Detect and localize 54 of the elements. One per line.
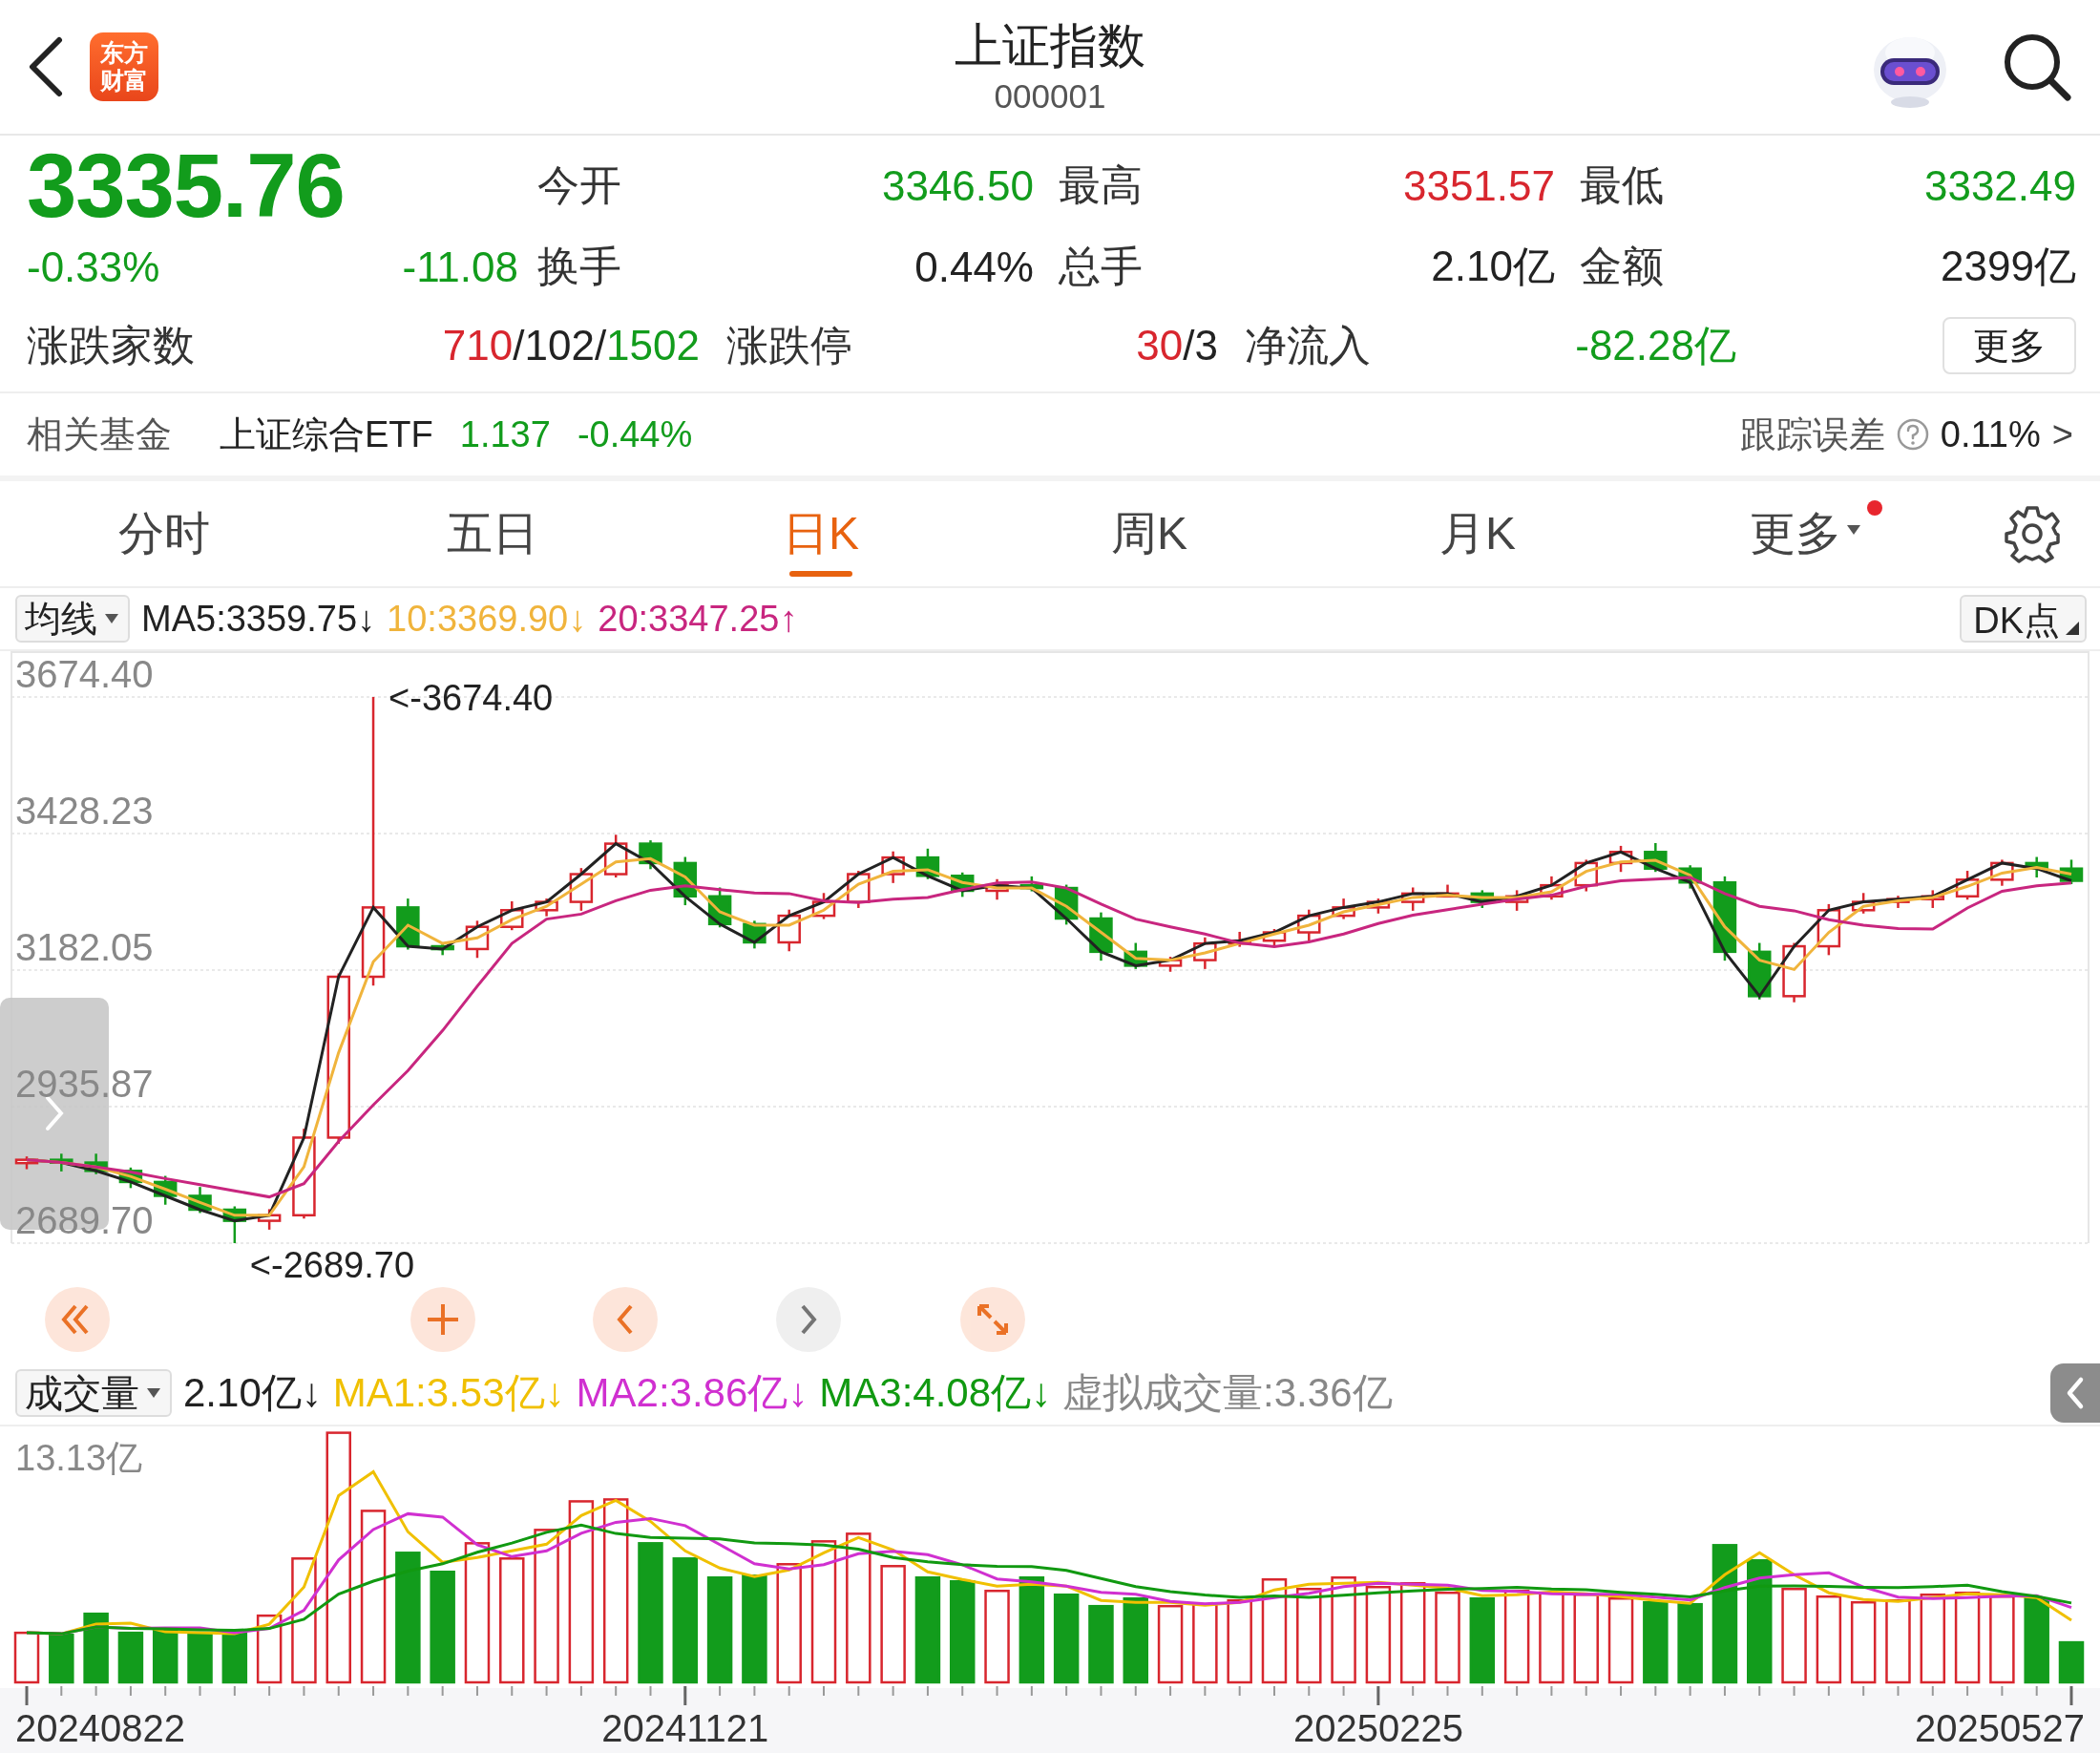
stat-value: 3346.50 [881, 161, 1034, 210]
stat-label: 换手 [537, 242, 621, 291]
date-label: 20250527 [1915, 1707, 2085, 1749]
axis-label: 3428.23 [15, 790, 154, 832]
change-amount: -11.08 [402, 243, 518, 291]
axis-label: 13.13亿 [15, 1438, 143, 1478]
stat-label: 涨跌停 [726, 320, 852, 370]
date-label: 20241121 [601, 1707, 769, 1749]
stat-label: 净流入 [1245, 320, 1371, 370]
count-value: 3 [1194, 322, 1218, 369]
count-value: 30 [1136, 322, 1184, 369]
stat-label: 今开 [537, 160, 621, 210]
stat-label: 金额 [1580, 242, 1664, 291]
indicator-value: 10:3369.90↓ [387, 598, 587, 640]
fund-price: 1.137 [459, 413, 551, 455]
axis-label: 2935.87 [15, 1063, 154, 1105]
stat-value: -82.28亿 [1575, 321, 1736, 369]
last-price: 3335.76 [27, 145, 346, 226]
stat-value: 0.44% [914, 243, 1034, 291]
stat-label: 最低 [1580, 160, 1664, 210]
indicator-value: 20:3347.25↑ [598, 598, 798, 640]
tracking-error-value: 0.11% [1940, 413, 2041, 455]
index-code: 000001 [994, 76, 1106, 116]
fund-label: 相关基金 [27, 412, 172, 456]
indicator-value: MA1:3.53亿↓ [332, 1369, 565, 1417]
axis-label: 2689.70 [15, 1199, 154, 1241]
indicator-value: 2.10亿↓ [183, 1369, 322, 1417]
price-annotation: <-2689.70 [249, 1245, 415, 1285]
count-value: 1502 [606, 322, 700, 369]
stat-label: 总手 [1059, 242, 1143, 291]
date-label: 20250225 [1292, 1707, 1463, 1749]
change-percent: -0.33% [27, 243, 160, 291]
fund-change: -0.44% [577, 413, 693, 455]
count-value: 710 [442, 322, 514, 369]
stat-value: 2399亿 [1941, 242, 2076, 291]
indicator-value: MA3:4.08亿↓ [819, 1369, 1052, 1417]
count-value: / [594, 322, 607, 369]
indicator-value: MA5:3359.75↓ [141, 598, 376, 640]
count-value: 102 [524, 322, 595, 369]
indicator-value: 虚拟成交量:3.36亿 [1062, 1369, 1393, 1417]
stat-value: 2.10亿 [1431, 242, 1555, 291]
date-label: 20240822 [15, 1707, 185, 1749]
stat-label: 最高 [1059, 160, 1143, 210]
stat-value: 3351.57 [1402, 161, 1555, 210]
axis-label: 3674.40 [15, 653, 154, 695]
count-value: / [1183, 322, 1195, 369]
axis-label: 3182.05 [15, 926, 154, 968]
indicator-value: MA2:3.86亿↓ [576, 1369, 808, 1417]
tracking-error-label: 跟踪误差 [1739, 412, 1885, 456]
price-annotation: <-3674.40 [388, 678, 554, 718]
stat-value: 3332.49 [1923, 161, 2076, 210]
stat-label: 涨跌家数 [27, 320, 195, 370]
index-title: 上证指数 [955, 18, 1145, 74]
count-value: / [513, 322, 525, 369]
